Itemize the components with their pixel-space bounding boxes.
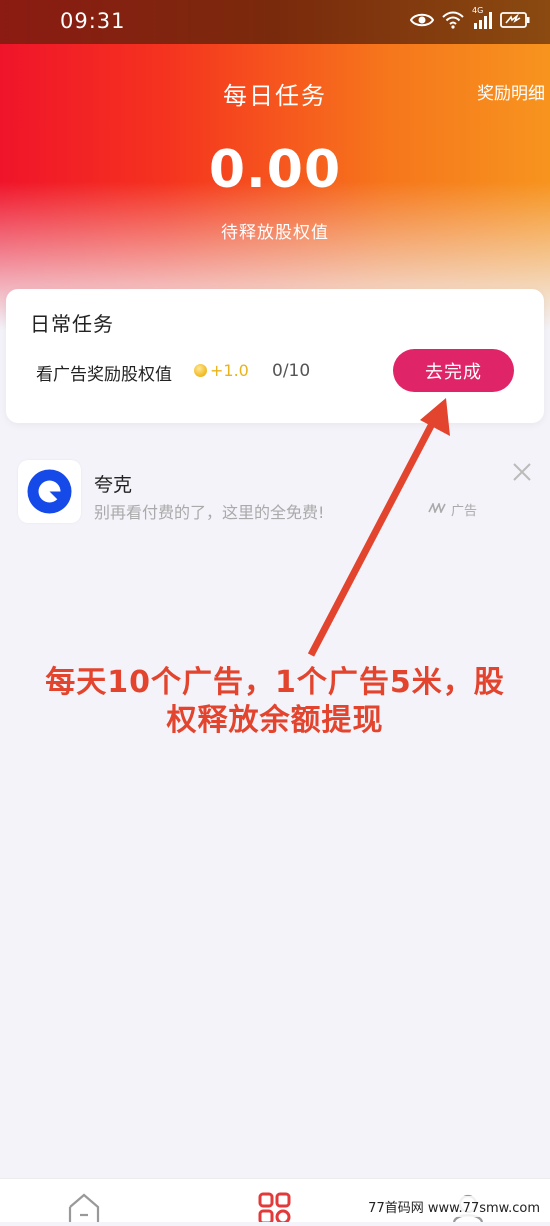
annotation-text: 每天10个广告，1个广告5米，股 权释放余额提现	[0, 664, 550, 740]
annotation-line-2: 权释放余额提现	[166, 703, 384, 738]
home-icon[interactable]	[64, 1191, 104, 1222]
annotation-line-1: 每天10个广告，1个广告5米，股	[45, 665, 505, 700]
annotation-arrow	[307, 398, 450, 657]
watermark: 77首码网 www.77smw.com	[366, 1196, 542, 1217]
tasks-grid-icon[interactable]	[255, 1191, 295, 1225]
